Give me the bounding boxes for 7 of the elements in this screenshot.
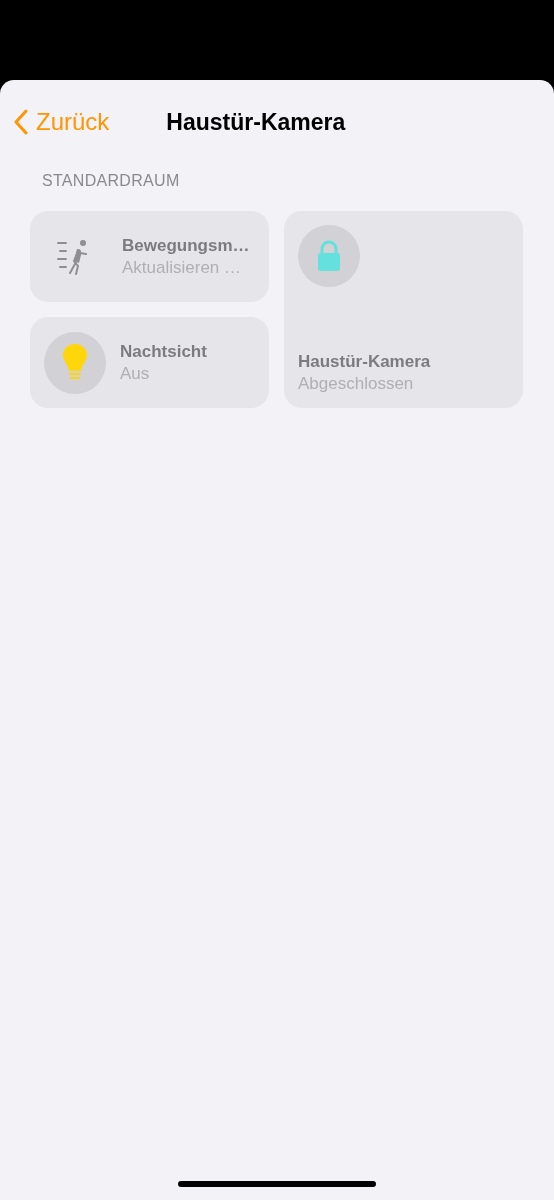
back-chevron-icon bbox=[14, 109, 28, 135]
accessory-name: Bewegungsm… bbox=[122, 235, 250, 256]
screen-title: Haustür-Kamera bbox=[166, 108, 346, 136]
accessory-name: Haustür-Kamera bbox=[298, 352, 431, 372]
accessory-name: Nachtsicht bbox=[120, 341, 207, 362]
section-header: STANDARDRAUM bbox=[42, 172, 181, 190]
back-button[interactable]: Zurück bbox=[14, 108, 110, 136]
